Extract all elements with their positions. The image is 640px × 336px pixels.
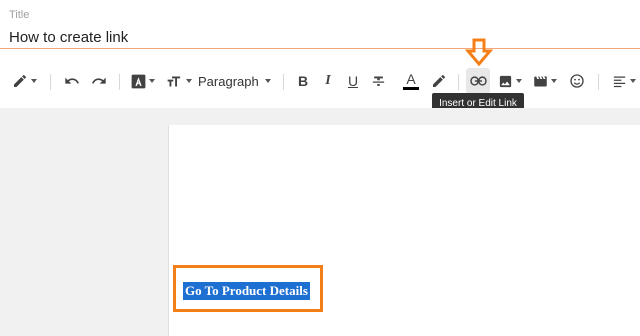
strikethrough-icon — [371, 74, 386, 89]
chevron-down-icon — [186, 79, 192, 83]
pencil-mode-button[interactable] — [10, 68, 38, 94]
text-size-icon — [166, 74, 183, 89]
font-icon — [131, 74, 146, 89]
image-icon — [498, 74, 513, 89]
font-button[interactable] — [130, 68, 156, 94]
redo-button[interactable] — [89, 68, 109, 94]
align-button[interactable] — [610, 68, 638, 94]
redo-icon — [91, 73, 107, 89]
chevron-down-icon — [516, 79, 522, 83]
title-underline — [0, 48, 640, 49]
chevron-down-icon — [30, 79, 37, 83]
insert-link-button[interactable] — [466, 68, 490, 94]
paragraph-select[interactable]: Paragraph — [198, 68, 271, 94]
highlighter-icon — [431, 73, 447, 89]
bold-icon: B — [297, 73, 309, 89]
title-input[interactable]: How to create link — [9, 29, 128, 46]
toolbar-divider — [283, 74, 284, 90]
toolbar-divider — [458, 74, 459, 90]
text-color-icon: A — [406, 71, 416, 87]
pencil-icon — [12, 73, 28, 89]
undo-button[interactable] — [62, 68, 82, 94]
chevron-down-icon — [630, 79, 636, 83]
chevron-down-icon — [551, 79, 557, 83]
highlight-color-button[interactable] — [430, 68, 448, 94]
toolbar-divider — [598, 74, 599, 90]
bold-button[interactable]: B — [294, 68, 312, 94]
align-left-icon — [612, 74, 627, 89]
video-icon — [533, 74, 548, 89]
arrow-down-icon — [464, 38, 494, 71]
emoji-icon — [569, 73, 585, 89]
italic-button[interactable]: I — [319, 68, 337, 94]
link-icon — [469, 76, 487, 86]
italic-icon: I — [325, 73, 331, 88]
insert-image-button[interactable] — [497, 68, 523, 94]
title-area: Title How to create link — [0, 0, 640, 58]
toolbar-divider — [119, 74, 120, 90]
strikethrough-button[interactable] — [369, 68, 387, 94]
editor-toolbar: Paragraph B I U A — [0, 58, 640, 108]
text-size-button[interactable] — [166, 68, 192, 94]
paragraph-select-label: Paragraph — [198, 73, 259, 89]
underline-icon: U — [347, 73, 359, 89]
chevron-down-icon — [149, 79, 155, 83]
text-color-swatch — [403, 87, 419, 90]
selected-text[interactable]: Go To Product Details — [183, 282, 310, 300]
title-label: Title — [9, 9, 30, 21]
toolbar-divider — [50, 74, 51, 90]
text-color-button[interactable]: A — [402, 68, 420, 94]
insert-emoji-button[interactable] — [567, 68, 587, 94]
undo-icon — [64, 73, 80, 89]
underline-button[interactable]: U — [344, 68, 362, 94]
insert-video-button[interactable] — [532, 68, 558, 94]
chevron-down-icon — [264, 79, 271, 83]
